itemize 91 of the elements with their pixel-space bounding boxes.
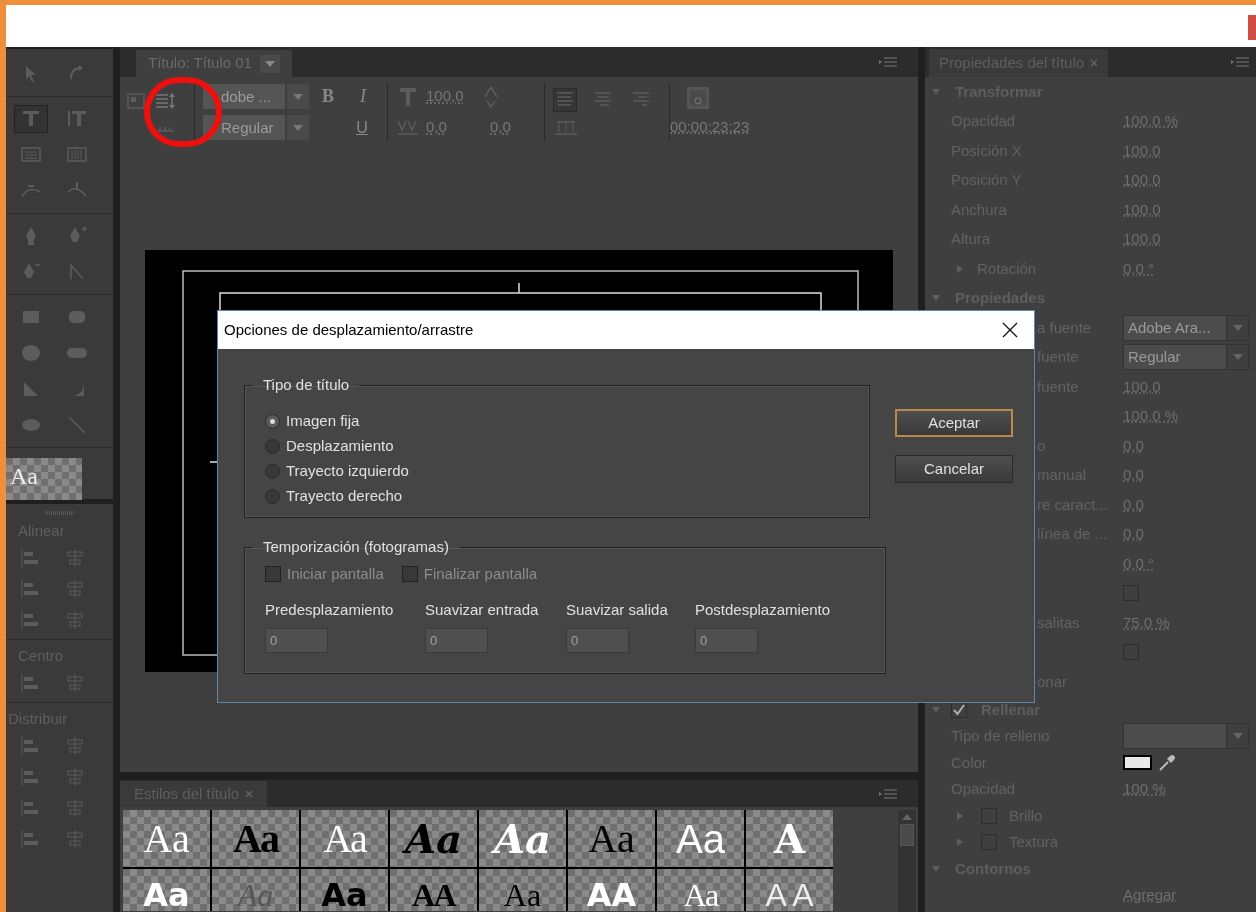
radio-button[interactable] xyxy=(265,413,280,429)
swatch-sample: Aa xyxy=(588,818,635,859)
italic-button[interactable]: I xyxy=(360,83,366,110)
font-style-dropdown[interactable]: Regular xyxy=(203,115,309,140)
field-label: Postdesplazamiento xyxy=(695,600,832,620)
style-swatch[interactable]: Aa xyxy=(657,810,744,867)
color-swatch[interactable] xyxy=(1123,755,1152,771)
radio-option[interactable]: Trayecto izquierdo xyxy=(265,458,849,484)
panel-menu-icon[interactable] xyxy=(878,787,898,800)
disclosure-triangle-icon[interactable] xyxy=(931,86,941,97)
style-swatch[interactable]: AA xyxy=(390,869,477,911)
style-swatch[interactable]: A A xyxy=(746,869,833,911)
checkmark-icon xyxy=(953,703,965,716)
swatch-sample: Aa xyxy=(233,818,278,859)
leading-value[interactable]: 0,0 xyxy=(490,116,511,139)
scrollbar-thumb[interactable] xyxy=(900,824,914,846)
dialog-button[interactable]: Cancelar xyxy=(895,455,1013,483)
field-label: Predesplazamiento xyxy=(265,600,395,620)
style-swatch[interactable]: Aa xyxy=(301,810,388,867)
style-swatch[interactable]: Aa xyxy=(568,810,655,867)
disclosure-triangle-icon[interactable] xyxy=(931,863,941,874)
timecode[interactable]: 00:00:23:23 xyxy=(670,115,750,139)
style-swatch[interactable]: Aa xyxy=(123,810,210,867)
style-swatch[interactable]: Aa xyxy=(123,869,210,911)
style-swatch[interactable]: Aa xyxy=(479,869,566,911)
field-label: Suavizar salida xyxy=(566,600,669,620)
dialog-title: Opciones de desplazamiento/arrastre xyxy=(224,319,474,340)
window-corner-mark xyxy=(1248,15,1256,40)
style-swatch[interactable]: A xyxy=(746,810,833,867)
tab-ruler-icon[interactable] xyxy=(553,118,579,136)
kerning-value[interactable]: 0,0 xyxy=(426,116,474,139)
style-preview: Aa xyxy=(6,458,82,500)
swatch-sample: A xyxy=(773,818,805,859)
radio-option[interactable]: Trayecto derecho xyxy=(265,483,849,509)
radio-option[interactable]: Imagen fija xyxy=(265,408,849,434)
line-tool-icon xyxy=(65,414,88,436)
dropdown-arrow-icon xyxy=(1232,324,1243,331)
swatch-sample: A A xyxy=(765,879,814,911)
tab-dropdown[interactable] xyxy=(259,54,280,73)
disclosure-triangle-icon[interactable] xyxy=(955,810,965,821)
swatch-sample: Aa xyxy=(143,879,190,911)
group-title: Tipo de título xyxy=(262,375,351,395)
panel-menu-icon[interactable] xyxy=(1230,56,1250,68)
swatch-sample: Aa xyxy=(321,879,368,911)
disclosure-triangle-icon[interactable] xyxy=(931,704,941,715)
underline-button[interactable]: U xyxy=(356,115,368,140)
disclosure-triangle-icon[interactable] xyxy=(955,263,965,274)
close-icon xyxy=(1002,322,1018,338)
property-dropdown[interactable]: Adobe Ara... xyxy=(1123,314,1249,341)
swatch-sample: Aa xyxy=(676,818,725,859)
swatch-sample: Aa xyxy=(323,818,366,859)
style-swatch[interactable]: Aa xyxy=(657,869,744,911)
scrollbar[interactable] xyxy=(898,810,916,912)
close-icon[interactable] xyxy=(245,790,254,798)
tool-button[interactable] xyxy=(14,105,48,133)
scroll-up-icon[interactable] xyxy=(902,814,912,820)
close-icon[interactable] xyxy=(1090,59,1099,67)
dropdown-arrow-icon xyxy=(1232,733,1243,740)
dropdown-arrow-icon xyxy=(264,60,275,67)
field-label: Suavizar entrada xyxy=(425,600,540,620)
eyedropper-icon[interactable] xyxy=(1158,753,1176,772)
radio-option[interactable]: Desplazamiento xyxy=(265,433,849,459)
dialog-button[interactable]: Aceptar xyxy=(895,409,1013,437)
swatch-sample: AA xyxy=(586,879,637,911)
disclosure-triangle-icon[interactable] xyxy=(955,837,965,848)
dropdown-arrow-icon xyxy=(1232,354,1243,361)
dropdown-value: Regular xyxy=(203,115,285,140)
property-dropdown[interactable]: Regular xyxy=(1123,344,1249,371)
style-swatch[interactable]: AA xyxy=(568,869,655,911)
style-swatch[interactable]: Aa xyxy=(479,810,566,867)
style-swatch[interactable]: Aa xyxy=(212,810,299,867)
ellipse-icon xyxy=(20,342,42,364)
dropdown-arrow-icon xyxy=(293,124,303,131)
swatch-sample: Aa xyxy=(503,879,542,911)
font-family-dropdown[interactable]: dobe ... xyxy=(203,84,309,109)
show-video-icon[interactable] xyxy=(686,85,710,110)
style-swatch[interactable]: Aa xyxy=(301,869,388,911)
dropdown-value: dobe ... xyxy=(203,84,285,109)
template-icon[interactable] xyxy=(126,91,146,111)
align-text-button[interactable] xyxy=(553,88,577,112)
roll-crawl-options-icon[interactable] xyxy=(154,91,176,111)
swatch-sample: AA xyxy=(412,879,455,911)
swatch-sample: Aa xyxy=(683,879,718,911)
text-align-icon xyxy=(555,91,575,109)
group-title: Temporización (fotogramas) xyxy=(262,537,450,557)
panel-menu-icon[interactable] xyxy=(878,56,898,68)
dropdown-arrow-icon xyxy=(293,93,303,100)
swatch-sample: Aa xyxy=(143,818,190,859)
style-swatch[interactable]: Aa xyxy=(390,810,477,867)
font-size-value[interactable]: 100,0 xyxy=(426,85,474,108)
bold-button[interactable]: B xyxy=(322,83,334,110)
